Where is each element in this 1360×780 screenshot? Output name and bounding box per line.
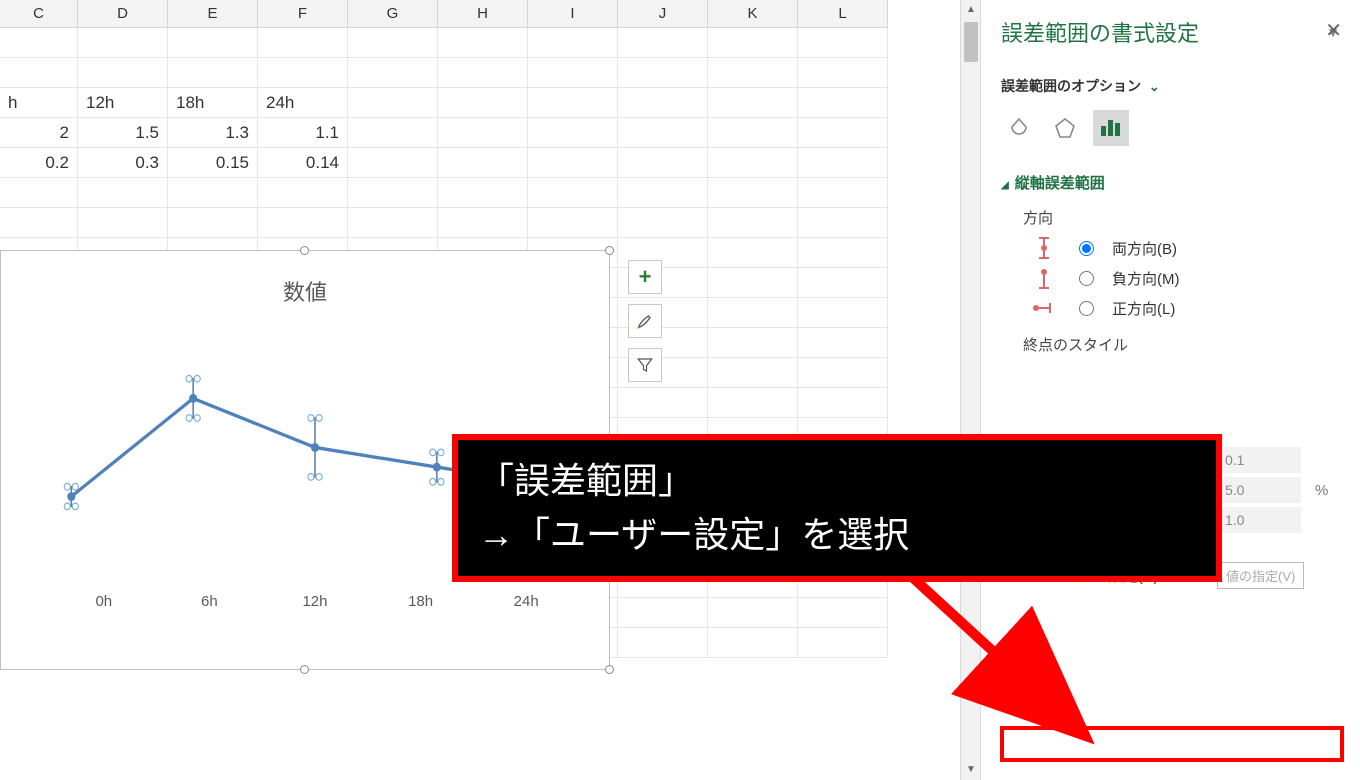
category-label: 24h [473,593,579,617]
chart-filter-button[interactable] [628,348,662,382]
col-header[interactable]: F [258,0,348,28]
cell[interactable]: 1.3 [168,118,258,148]
cell[interactable]: 2 [0,118,78,148]
chevron-down-icon[interactable]: ⌄ [1149,79,1160,94]
cell[interactable]: 24h [258,88,348,118]
col-header[interactable]: K [708,0,798,28]
data-row[interactable]: h 12h 18h 24h [0,88,960,118]
effects-tab-icon[interactable] [1047,110,1083,146]
direction-label: 方向 [1023,207,1340,228]
percent-value-input[interactable]: 5.0 [1217,477,1301,503]
panel-subtitle: 誤差範囲のオプション [1001,78,1141,94]
resize-handle[interactable] [605,246,614,255]
specify-value-button[interactable]: 値の指定(V) [1217,562,1304,589]
radio-plus[interactable] [1079,301,1094,316]
end-style-label: 終点のスタイル [1023,334,1340,355]
col-header[interactable]: E [168,0,258,28]
data-row[interactable]: 2 1.5 1.3 1.1 [0,118,960,148]
cell[interactable]: 18h [168,88,258,118]
cell[interactable]: 0.14 [258,148,348,178]
plus-direction-icon [1027,296,1061,320]
section-vertical-error-bar[interactable]: 縦軸誤差範囲 [1001,172,1340,193]
callout-line: 「誤差範囲」 [478,454,1196,508]
cell[interactable]: 1.5 [78,118,168,148]
option-label: 両方向(B) [1112,238,1177,259]
col-header[interactable]: I [528,0,618,28]
column-headers: C D E F G H I J K L [0,0,960,28]
resize-handle[interactable] [300,246,309,255]
vertical-scrollbar[interactable]: ▲ ▼ [960,0,980,780]
direction-option-minus[interactable]: 負方向(M) [1027,266,1340,290]
chart-style-button[interactable] [628,304,662,338]
cell[interactable]: 0.15 [168,148,258,178]
col-header[interactable]: L [798,0,888,28]
cell[interactable]: 0.2 [0,148,78,178]
resize-handle[interactable] [300,665,309,674]
scroll-thumb[interactable] [964,22,978,62]
annotation-callout: 「誤差範囲」 →「ユーザー設定」を選択 [452,434,1222,582]
callout-line: →「ユーザー設定」を選択 [478,508,1196,562]
option-label: 正方向(L) [1112,298,1175,319]
data-row[interactable]: 0.2 0.3 0.15 0.14 [0,148,960,178]
category-label: 18h [368,593,474,617]
fill-line-tab-icon[interactable] [1001,110,1037,146]
option-label: 負方向(M) [1112,268,1180,289]
category-label: 12h [262,593,368,617]
chart-add-element-button[interactable]: + [628,260,662,294]
col-header[interactable]: G [348,0,438,28]
worksheet-area[interactable]: C D E F G H I J K L h 12h 18h 24h 2 [0,0,980,780]
scroll-up-icon[interactable]: ▲ [961,0,981,20]
both-direction-icon [1027,236,1061,260]
stddev-value-input[interactable]: 1.0 [1217,507,1301,533]
radio-both[interactable] [1079,241,1094,256]
percent-unit: % [1315,482,1328,499]
category-label: 6h [157,593,263,617]
radio-minus[interactable] [1079,271,1094,286]
col-header[interactable]: J [618,0,708,28]
col-header[interactable]: H [438,0,528,28]
panel-close-button[interactable]: ✕ [1325,18,1342,43]
minus-direction-icon [1027,266,1061,290]
options-tab-icon[interactable] [1093,110,1129,146]
col-header[interactable]: D [78,0,168,28]
format-error-bars-panel: 誤差範囲の書式設定 ▼ ✕ 誤差範囲のオプション ⌄ 縦軸誤差範囲 方向 [980,0,1360,780]
panel-title: 誤差範囲の書式設定 [1001,16,1199,48]
resize-handle[interactable] [605,665,614,674]
direction-option-both[interactable]: 両方向(B) [1027,236,1340,260]
direction-option-plus[interactable]: 正方向(L) [1027,296,1340,320]
cell[interactable]: h [0,88,78,118]
cell[interactable]: 1.1 [258,118,348,148]
col-header[interactable]: C [0,0,78,28]
cell[interactable]: 0.3 [78,148,168,178]
fixed-value-input[interactable]: 0.1 [1217,447,1301,473]
scroll-down-icon[interactable]: ▼ [961,760,981,780]
chart-title[interactable]: 数値 [1,251,609,307]
category-label: 0h [51,593,157,617]
cell[interactable]: 12h [78,88,168,118]
